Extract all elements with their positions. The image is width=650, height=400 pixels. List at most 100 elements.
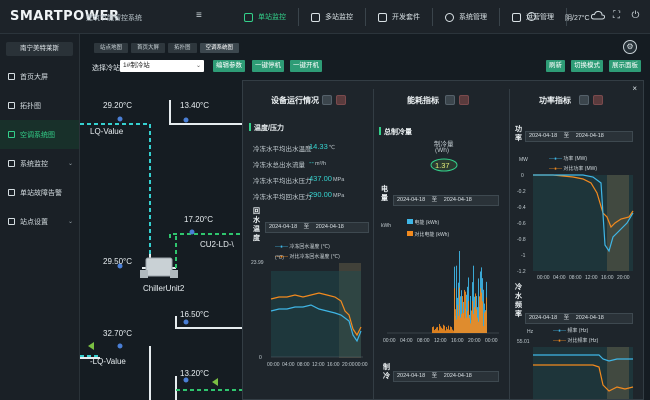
energy-bar-compare [484, 312, 485, 333]
date-start: 2024-04-18 [529, 133, 558, 139]
nav-system-admin[interactable]: 系统管理 [433, 8, 500, 26]
sidebar-item-label: 站点设置 [20, 218, 48, 226]
energy-bar-compare [442, 328, 443, 333]
energy-bar-compare [443, 324, 444, 333]
column-divider [509, 89, 510, 399]
fullscreen-icon[interactable]: ⛶ [611, 10, 622, 21]
energy-bar-compare [478, 321, 479, 333]
date-range-picker[interactable]: 2024-04-18 至 2024-04-18 [525, 313, 633, 324]
highlight-band [607, 347, 629, 399]
logout-icon[interactable]: ⏻ [630, 10, 641, 21]
energy-bar-compare [465, 291, 466, 333]
temperature-readout: 32.70°C [103, 329, 132, 338]
energy-bar-compare [477, 317, 478, 333]
chiller-code-label: CU2-LD-\ [200, 240, 234, 249]
nav-single-station[interactable]: 单站监控 [232, 8, 299, 26]
y-tick-label: -0.2 [517, 189, 526, 195]
energy-bar-compare [467, 310, 468, 333]
energy-bar-compare [463, 312, 464, 333]
tab-station-map[interactable]: 站点地图 [94, 43, 129, 53]
x-tick-label: 04:00 [282, 362, 295, 368]
energy-bar-compare [470, 323, 471, 333]
energy-bar-compare [459, 287, 460, 333]
x-tick-label: 20:00 [468, 338, 481, 344]
station-select[interactable]: 1#制冷站 ⌄ [120, 60, 204, 72]
kv-number: 14.33 [309, 142, 328, 151]
date-range-picker[interactable]: 2024-04-18 至 2024-04-18 [525, 131, 633, 142]
diagram-icon [8, 131, 15, 138]
energy-bar-compare [437, 326, 438, 333]
station-name[interactable]: 南宁美特莱斯 [6, 42, 73, 56]
sidebar-item-system-monitor[interactable]: 系统监控 ⌄ [0, 149, 79, 178]
monitor-multi-icon [311, 12, 320, 22]
col-title-device-status: 设备运行情况 [271, 96, 319, 105]
y-tick-label: -0.8 [517, 237, 526, 243]
refresh-button[interactable]: 刷新 [546, 60, 565, 72]
start-all-button[interactable]: 一键开机 [290, 60, 322, 72]
x-tick-label: 16:00 [451, 338, 464, 344]
sidebar-item-station-settings[interactable]: 站点设置 ⌄ [0, 207, 79, 236]
close-icon[interactable]: × [632, 84, 637, 93]
alarm-icon [8, 189, 15, 196]
tab-hvac-diagram[interactable]: 空调系统图 [199, 43, 240, 53]
nav-dev-kit[interactable]: 开发套件 [366, 8, 433, 26]
toggle-icon[interactable] [322, 95, 332, 105]
sidebar-item-dashboard[interactable]: 首页大屏 [0, 62, 79, 91]
gear-icon[interactable]: ⚙ [623, 40, 637, 54]
sidebar-item-hvac-diagram[interactable]: 空调系统图 [0, 120, 79, 149]
hvac-schematic [80, 100, 242, 400]
display-panel-button[interactable]: 展示面板 [609, 60, 641, 72]
alert-icon[interactable] [459, 95, 469, 105]
energy-bar-compare [436, 327, 437, 333]
energy-bar-compare [462, 296, 463, 333]
energy-bar-compare [434, 330, 435, 333]
y-tick-label: 0 [259, 355, 262, 361]
power-chart: MW 0 -0.2 -0.4 -0.6 -0.8 -1 -1.2 00:00 0… [517, 157, 634, 281]
x-tick-label: 12:00 [312, 362, 325, 368]
y-tick-label: 55.01 [517, 339, 530, 345]
date-range-picker[interactable]: 2024-04-18 至 2024-04-18 [393, 195, 499, 206]
menu-toggle-button[interactable]: ≡ [196, 10, 202, 21]
info-icon[interactable]: i [527, 12, 536, 21]
kit-icon [378, 12, 387, 22]
kv-unit: MPa [332, 177, 345, 183]
stop-all-button[interactable]: 一键停机 [252, 60, 284, 72]
energy-bar-compare [447, 329, 448, 333]
chevron-down-icon: ⌄ [67, 219, 73, 225]
energy-bar-compare [483, 326, 484, 333]
edit-params-button[interactable]: 编辑参数 [213, 60, 245, 72]
range-separator: 至 [563, 315, 570, 321]
x-tick-label: 08:00 [297, 362, 310, 368]
energy-bar-compare [446, 327, 447, 333]
toggle-icon[interactable] [579, 95, 589, 105]
power-rate-title: 功率 [515, 126, 522, 142]
x-tick-label: 00:00 [355, 362, 368, 368]
freq-title: 冷水频率 [515, 284, 522, 318]
app-subtitle: 建筑节能智控系统 [86, 15, 142, 22]
temperature-readout: 17.20°C [184, 215, 213, 224]
kv-number: -- [309, 158, 314, 167]
sidebar-item-topology[interactable]: 拓扑图 [0, 91, 79, 120]
switch-mode-button[interactable]: 切换模式 [571, 60, 603, 72]
kv-label: 冷冻水平均回水压力 [253, 194, 312, 201]
sidebar-item-fault-alarm[interactable]: 单站故障告警 [0, 178, 79, 207]
toggle-icon[interactable] [445, 95, 455, 105]
tab-topology[interactable]: 拓扑图 [168, 43, 197, 53]
nav-multi-station[interactable]: 多站监控 [299, 8, 366, 26]
chiller-unit-label[interactable]: ChillerUnit2 [143, 284, 184, 293]
alert-icon[interactable] [336, 95, 346, 105]
date-range-picker[interactable]: 2024-04-18 至 2024-04-18 [265, 222, 369, 233]
date-range-picker[interactable]: 2024-04-18 至 2024-04-18 [393, 371, 499, 382]
sidebar: 南宁美特莱斯 首页大屏 拓扑图 空调系统图 系统监控 ⌄ 单站故障告警 站点设置 ⌄ [0, 34, 80, 400]
date-start: 2024-04-18 [529, 315, 558, 321]
energy-bar-compare [456, 319, 457, 333]
water-temp-chart: (℃) 23.99 0 00:00 04:00 08:00 12:00 16:0… [251, 255, 368, 368]
alert-icon[interactable] [593, 95, 603, 105]
indicator-panel: × 设备运行情况 温度/压力 冷冻水平均出水温度 14.33℃ 冷冻水总出水流量… [242, 80, 644, 400]
energy-bar-compare [480, 288, 481, 333]
x-tick-label: 12:00 [585, 275, 598, 281]
energy-bar-compare [485, 311, 486, 333]
energy-bar-compare [449, 329, 450, 333]
legend-series-1: —●— 冷冻回水温度 (℃) [275, 244, 330, 250]
tab-dashboard[interactable]: 首页大屏 [131, 43, 166, 53]
